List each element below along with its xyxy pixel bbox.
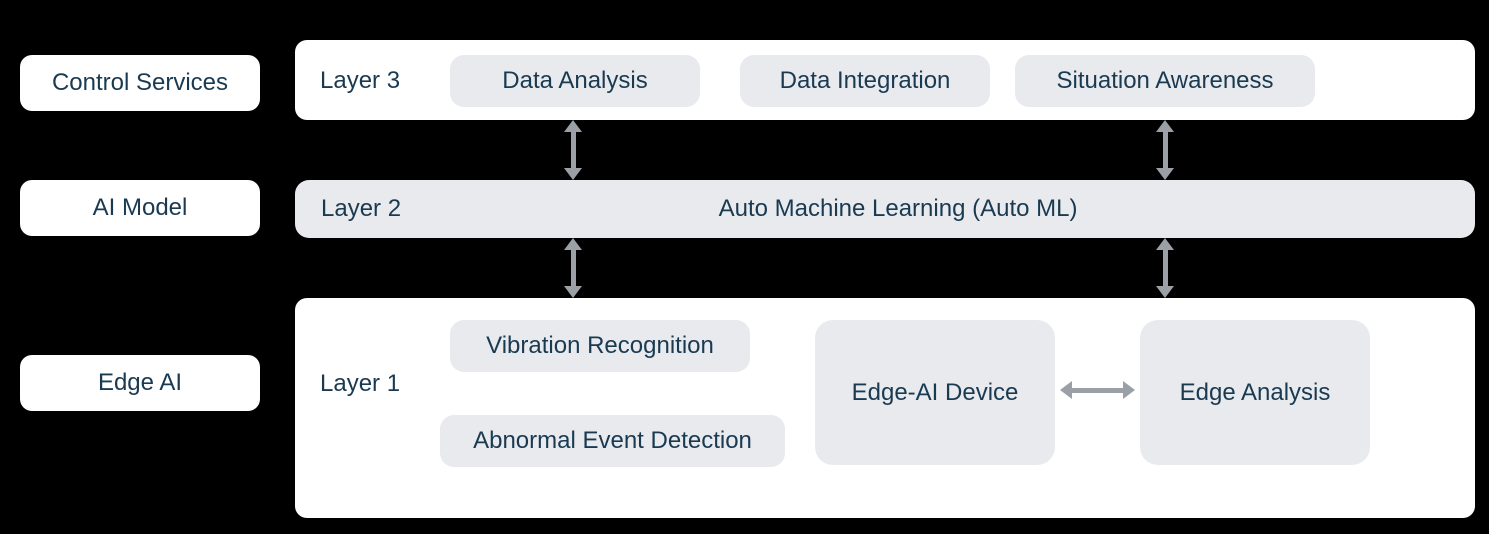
panel-layer2: Layer 2 Auto Machine Learning (Auto ML) [295, 180, 1475, 238]
arrow-l2-l1-left [563, 238, 583, 298]
arrow-edge-device-analysis [1060, 380, 1135, 400]
text-abnormal-event-detection: Abnormal Event Detection [473, 427, 752, 455]
chip-edge-analysis: Edge Analysis [1140, 320, 1370, 465]
text-vibration-recognition: Vibration Recognition [486, 332, 714, 360]
text-edge-ai-device: Edge-AI Device [852, 379, 1019, 407]
text-data-integration: Data Integration [780, 67, 951, 95]
label-ai-model: AI Model [20, 180, 260, 236]
arrow-l2-l1-right [1155, 238, 1175, 298]
text-ai-model: AI Model [93, 194, 188, 222]
text-layer1: Layer 1 [320, 370, 400, 398]
label-edge-ai: Edge AI [20, 355, 260, 411]
arrow-l3-l2-right [1155, 120, 1175, 180]
text-automl: Auto Machine Learning (Auto ML) [321, 195, 1475, 223]
chip-edge-ai-device: Edge-AI Device [815, 320, 1055, 465]
arrow-l3-l2-left [563, 120, 583, 180]
text-control-services: Control Services [52, 69, 228, 97]
chip-vibration-recognition: Vibration Recognition [450, 320, 750, 372]
chip-data-integration: Data Integration [740, 55, 990, 107]
text-situation-awareness: Situation Awareness [1056, 67, 1273, 95]
chip-situation-awareness: Situation Awareness [1015, 55, 1315, 107]
text-edge-analysis: Edge Analysis [1180, 379, 1331, 407]
chip-abnormal-event-detection: Abnormal Event Detection [440, 415, 785, 467]
text-edge-ai: Edge AI [98, 369, 182, 397]
label-control-services: Control Services [20, 55, 260, 111]
text-data-analysis: Data Analysis [502, 67, 647, 95]
text-layer3: Layer 3 [320, 67, 400, 95]
chip-data-analysis: Data Analysis [450, 55, 700, 107]
